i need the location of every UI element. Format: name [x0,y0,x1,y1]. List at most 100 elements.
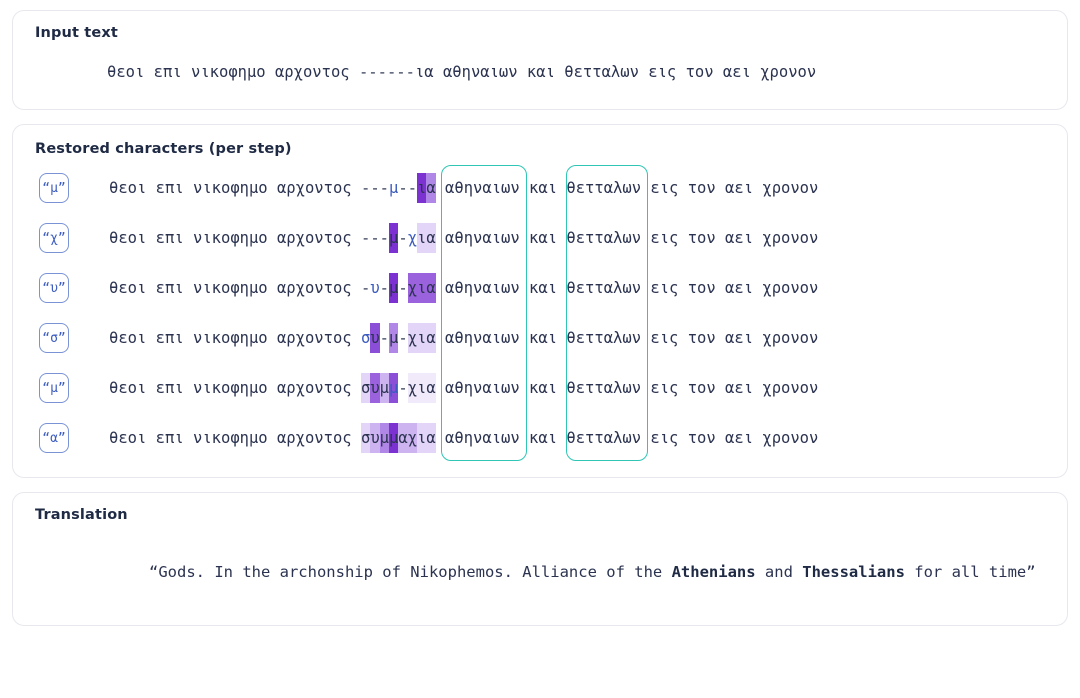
gap-char: μ [389,323,399,353]
step-conjunction: και [519,379,567,397]
input-text-value: θεοι επι νικοφημο αρχοντος ------ια αθην… [107,63,817,81]
gap-char: α [426,173,436,203]
gap-char: - [398,379,408,397]
gap-char: - [379,279,389,297]
step-suffix-tail: εις τον αει χρονον [641,379,819,397]
gap-char: ι [417,223,427,253]
step-prefix: θεοι επι νικοφημο αρχοντος [109,329,361,347]
step-word-thessalians: θετταλων [566,279,642,297]
step-conjunction: και [519,179,567,197]
step-word-athenians: αθηναιων [435,229,520,247]
gap-char: - [360,279,371,297]
gap-char: μ [389,223,399,253]
gap-char: μ [389,423,399,453]
predicted-char-badge[interactable]: “σ” [39,323,69,353]
restored-step-row: “μ” θεοι επι νικοφημο αρχοντος ---μ--ια α… [35,163,1045,213]
restored-step-row: “υ” θεοι επι νικοφημο αρχοντος -υ-μ-χια α… [35,263,1045,313]
gap-char: ι [417,173,427,203]
step-gap-chars: συ-μ-χια [361,323,436,353]
gap-char: σ [360,373,371,403]
gap-char: α [426,223,436,253]
translation-bold-athenians: Athenians [671,563,756,581]
gap-char: υ [370,423,380,453]
restored-characters-card: Restored characters (per step) “μ” θεοι ε… [12,124,1068,478]
step-word-athenians: αθηναιων [435,279,520,297]
restored-step-text: θεοι επι νικοφημο αρχοντος συμμαχια αθην… [109,423,818,453]
gap-char-predicted: σ [360,329,371,347]
step-conjunction: και [519,279,567,297]
gap-char: ι [417,423,427,453]
gap-char: μ [379,373,389,403]
restored-step-text: θεοι επι νικοφημο αρχοντος συμμ-χια αθην… [109,373,818,403]
step-suffix-tail: εις τον αει χρονον [641,229,819,247]
predicted-char-badge[interactable]: “α” [39,423,69,453]
predicted-char-badge[interactable]: “μ” [39,173,69,203]
restored-step-text: θεοι επι νικοφημο αρχοντος -υ-μ-χια αθην… [109,273,818,303]
step-word-athenians: αθηναιων [435,429,520,447]
restored-step-row: “χ” θεοι επι νικοφημο αρχοντος ---μ-χια α… [35,213,1045,263]
translation-bold-thessalians: Thessalians [802,563,905,581]
step-prefix: θεοι επι νικοφημο αρχοντος [109,429,361,447]
predicted-char-badge[interactable]: “υ” [39,273,69,303]
input-text-title: Input text [35,25,118,41]
translation-middle: and [755,563,803,581]
gap-char: α [426,323,436,353]
page-root: Input text θεοι επι νικοφημο αρχοντος --… [0,0,1080,698]
restored-steps-list: “μ” θεοι επι νικοφημο αρχοντος ---μ--ια α… [35,163,1045,463]
step-conjunction: και [519,429,567,447]
predicted-char-badge[interactable]: “χ” [39,223,69,253]
step-suffix-tail: εις τον αει χρονον [641,179,819,197]
restored-step-text: θεοι επι νικοφημο αρχοντος ---μ--ια αθην… [109,173,818,203]
gap-char: - [379,229,389,247]
step-gap-chars: ---μ-χια [361,223,436,253]
gap-char-predicted: μ [389,373,399,403]
gap-char: υ [370,373,380,403]
gap-char: - [398,179,408,197]
translation-card: Translation “Gods. In the archonship of … [12,492,1068,626]
step-gap-chars: ---μ--ια [361,173,436,203]
step-prefix: θεοι επι νικοφημο αρχοντος [109,179,361,197]
translation-title: Translation [35,507,128,523]
gap-char: μ [389,273,399,303]
gap-char: ι [417,373,427,403]
gap-char: χ [407,373,418,403]
gap-char: - [379,329,389,347]
gap-char: - [407,179,418,197]
gap-char: α [426,273,436,303]
gap-char: - [360,229,371,247]
gap-char-predicted: χ [407,229,418,247]
gap-char: χ [407,323,418,353]
step-suffix-tail: εις τον αει χρονον [641,329,819,347]
step-word-thessalians: θετταλων [566,179,642,197]
gap-char: - [398,329,408,347]
step-gap-chars: συμμαχια [360,423,436,453]
gap-char: μ [379,423,389,453]
step-suffix-tail: εις τον αει χρονον [641,279,819,297]
step-prefix: θεοι επι νικοφημο αρχοντος [109,279,361,297]
step-conjunction: και [519,229,567,247]
gap-char: υ [370,323,380,353]
gap-char: - [360,179,371,197]
gap-char: ι [417,273,427,303]
predicted-char-badge[interactable]: “μ” [39,373,69,403]
step-prefix: θεοι επι νικοφημο αρχοντος [109,379,361,397]
step-word-athenians: αθηναιων [435,179,520,197]
step-gap-chars: συμμ-χια [360,373,436,403]
step-prefix: θεοι επι νικοφημο αρχοντος [109,229,361,247]
gap-char: - [379,179,389,197]
step-word-athenians: αθηναιων [435,329,520,347]
gap-char: - [370,179,380,197]
step-word-thessalians: θετταλων [566,429,642,447]
step-gap-chars: -υ-μ-χια [361,273,436,303]
restored-step-text: θεοι επι νικοφημο αρχοντος ---μ-χια αθην… [109,223,818,253]
translation-tail: for all time” [904,563,1036,581]
restored-characters-title: Restored characters (per step) [35,141,292,157]
gap-char: χ [407,273,418,303]
gap-char: σ [360,423,371,453]
gap-char-predicted: υ [370,279,380,297]
gap-char: χ [407,423,418,453]
gap-char: α [426,423,436,453]
step-suffix-tail: εις τον αει χρονον [641,429,819,447]
restored-step-row: “σ” θεοι επι νικοφημο αρχοντος συ-μ-χια α… [35,313,1045,363]
translation-value: “Gods. In the archonship of Nikophemos. … [35,535,1045,603]
